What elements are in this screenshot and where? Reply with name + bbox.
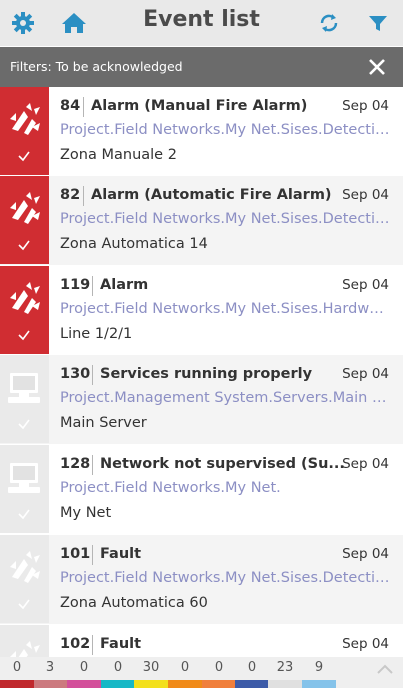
event-category-tile bbox=[0, 625, 49, 657]
category-color-bar bbox=[67, 680, 101, 688]
filter-bar: Filters: To be acknowledged bbox=[0, 47, 403, 87]
close-icon[interactable] bbox=[365, 55, 389, 79]
fire-icon bbox=[10, 551, 40, 583]
event-row[interactable]: 84 Alarm (Manual Fire Alarm) Sep 04 Proj… bbox=[0, 87, 403, 176]
event-id: 102 bbox=[60, 636, 91, 652]
event-category-tile bbox=[0, 176, 49, 264]
fire-icon bbox=[10, 282, 40, 314]
filter-label: Filters: To be acknowledged bbox=[10, 59, 183, 74]
category-color-bar bbox=[235, 680, 268, 688]
separator bbox=[92, 635, 93, 655]
event-date: Sep 04 bbox=[342, 636, 389, 652]
checkmark-icon bbox=[18, 330, 30, 341]
event-category-tile bbox=[0, 266, 49, 354]
event-row[interactable]: 102 Fault Sep 04 bbox=[0, 625, 403, 657]
category-color-bar bbox=[168, 680, 202, 688]
filter-icon[interactable] bbox=[363, 0, 393, 46]
event-id: 84 bbox=[60, 98, 81, 114]
event-row[interactable]: 130 Services running properly Sep 04 Pro… bbox=[0, 355, 403, 444]
fire-icon bbox=[10, 641, 40, 657]
event-row[interactable]: 128 Network not supervised (Su... Sep 04… bbox=[0, 445, 403, 534]
fire-icon bbox=[10, 192, 40, 224]
computer-icon bbox=[8, 463, 40, 493]
event-date: Sep 04 bbox=[342, 546, 389, 562]
event-id: 82 bbox=[60, 187, 81, 203]
event-title: Alarm (Manual Fire Alarm) bbox=[91, 98, 308, 114]
checkmark-icon bbox=[18, 151, 30, 162]
event-row[interactable]: 82 Alarm (Automatic Fire Alarm) Sep 04 P… bbox=[0, 176, 403, 265]
gear-icon[interactable] bbox=[8, 0, 38, 46]
category-count[interactable]: 30 bbox=[134, 660, 168, 675]
event-category-tile bbox=[0, 535, 49, 623]
event-date: Sep 04 bbox=[342, 277, 389, 293]
separator bbox=[83, 186, 84, 206]
category-count[interactable]: 9 bbox=[302, 660, 336, 675]
separator bbox=[83, 97, 84, 117]
event-id: 101 bbox=[60, 546, 91, 562]
event-title: Alarm bbox=[100, 277, 149, 293]
checkmark-icon bbox=[18, 509, 30, 520]
category-count[interactable]: 0 bbox=[67, 660, 101, 675]
separator bbox=[92, 545, 93, 565]
category-color-bar bbox=[268, 680, 302, 688]
checkmark-icon bbox=[18, 419, 30, 430]
event-id: 119 bbox=[60, 277, 91, 293]
event-path: Project.Field Networks.My Net.Sises.Dete… bbox=[60, 570, 391, 586]
separator bbox=[92, 455, 93, 475]
event-title: Fault bbox=[100, 636, 142, 652]
category-count[interactable]: 0 bbox=[235, 660, 269, 675]
checkmark-icon bbox=[18, 240, 30, 251]
event-location: Line 1/2/1 bbox=[60, 326, 133, 342]
app-header: Event list bbox=[0, 0, 403, 46]
category-summary-bar: 0 3 0 0 30 0 0 0 23 9 bbox=[0, 657, 403, 688]
computer-icon bbox=[8, 373, 40, 403]
category-count[interactable]: 0 bbox=[202, 660, 236, 675]
event-title: Alarm (Automatic Fire Alarm) bbox=[91, 187, 332, 203]
category-count[interactable]: 0 bbox=[101, 660, 135, 675]
event-id: 128 bbox=[60, 456, 91, 472]
category-counts: 0 3 0 0 30 0 0 0 23 9 bbox=[0, 660, 340, 680]
event-path: Project.Field Networks.My Net.Sises.Dete… bbox=[60, 122, 391, 138]
event-category-tile bbox=[0, 355, 49, 443]
event-date: Sep 04 bbox=[342, 366, 389, 382]
event-row[interactable]: 101 Fault Sep 04 Project.Field Networks.… bbox=[0, 535, 403, 624]
event-location: Zona Manuale 2 bbox=[60, 147, 177, 163]
event-date: Sep 04 bbox=[342, 187, 389, 203]
event-path: Project.Field Networks.My Net.Sises.Hard… bbox=[60, 301, 391, 317]
category-count[interactable]: 23 bbox=[268, 660, 302, 675]
checkmark-icon bbox=[18, 599, 30, 610]
event-date: Sep 04 bbox=[342, 456, 389, 472]
event-title: Network not supervised (Su... bbox=[100, 456, 345, 472]
event-path: Project.Field Networks.My Net. bbox=[60, 480, 281, 496]
event-location: Zona Automatica 14 bbox=[60, 236, 208, 252]
separator bbox=[92, 365, 93, 385]
event-title: Services running properly bbox=[100, 366, 313, 382]
refresh-icon[interactable] bbox=[314, 0, 344, 46]
event-location: Main Server bbox=[60, 415, 147, 431]
chevron-up-icon[interactable] bbox=[375, 661, 395, 677]
category-color-bar bbox=[302, 680, 336, 688]
event-date: Sep 04 bbox=[342, 98, 389, 114]
event-category-tile bbox=[0, 445, 49, 533]
event-id: 130 bbox=[60, 366, 91, 382]
home-icon[interactable] bbox=[58, 0, 90, 46]
event-location: Zona Automatica 60 bbox=[60, 595, 208, 611]
fire-icon bbox=[10, 103, 40, 135]
event-location: My Net bbox=[60, 505, 112, 521]
category-color-bar bbox=[101, 680, 134, 688]
category-count[interactable]: 3 bbox=[33, 660, 67, 675]
event-category-tile bbox=[0, 87, 49, 175]
event-path: Project.Field Networks.My Net.Sises.Dete… bbox=[60, 211, 391, 227]
separator bbox=[92, 276, 93, 296]
category-color-bar bbox=[34, 680, 67, 688]
event-row[interactable]: 119 Alarm Sep 04 Project.Field Networks.… bbox=[0, 266, 403, 355]
category-color-bar bbox=[202, 680, 235, 688]
category-color-bar bbox=[134, 680, 168, 688]
event-path: Project.Management System.Servers.Main S… bbox=[60, 390, 391, 406]
event-title: Fault bbox=[100, 546, 142, 562]
event-list: 84 Alarm (Manual Fire Alarm) Sep 04 Proj… bbox=[0, 87, 403, 657]
category-count[interactable]: 0 bbox=[168, 660, 202, 675]
category-color-bar bbox=[0, 680, 34, 688]
category-count[interactable]: 0 bbox=[0, 660, 34, 675]
